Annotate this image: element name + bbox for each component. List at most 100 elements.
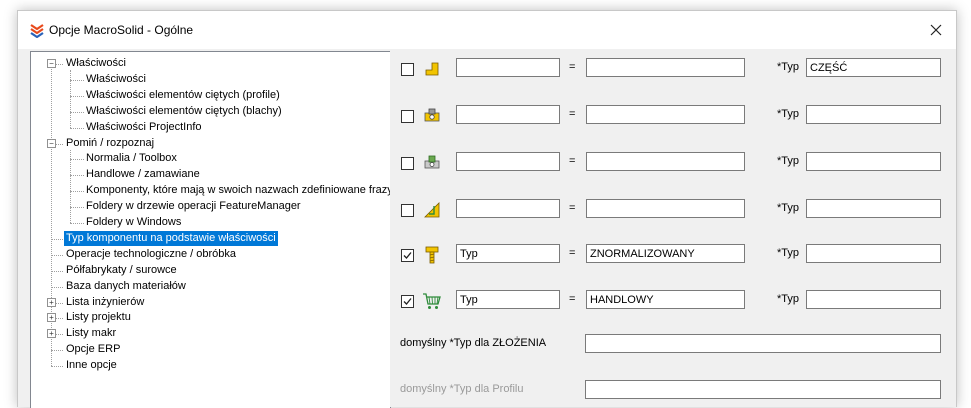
tree-item[interactable]: Normalia / Toolbox (31, 151, 390, 166)
tree-item-label: Typ komponentu na podstawie właściwości (64, 230, 278, 246)
tree-item-label: Właściwości (86, 72, 146, 85)
tree-item[interactable]: Typ komponentu na podstawie właściwości (31, 230, 390, 246)
type-value-input[interactable] (806, 199, 941, 218)
equals-sign: = (569, 247, 576, 259)
tree-item[interactable]: − Pomiń / rozpoznaj (31, 136, 390, 151)
rule-enabled-checkbox[interactable] (401, 295, 414, 308)
type-label: *Typ (777, 202, 800, 214)
rule-enabled-checkbox[interactable] (401, 204, 414, 217)
tree-item[interactable]: − Właściwości (31, 56, 390, 71)
collapse-icon[interactable]: − (47, 59, 56, 68)
tree-item-label: Operacje technologiczne / obróbka (66, 247, 236, 260)
tree-item[interactable]: + Lista inżynierów (31, 295, 390, 310)
sheet-metal-icon (422, 200, 442, 220)
type-rule-row: = *Typ (390, 105, 956, 129)
tree-item-label: Handlowe / zamawiane (86, 168, 200, 181)
shopping-cart-icon (422, 291, 442, 311)
tree-item-label: Lista inżynierów (66, 295, 145, 308)
rule-enabled-checkbox[interactable] (401, 63, 414, 76)
type-rules-panel: = *Typ CZĘŚĆ = *Typ = *Typ = *Typ Typ = ZNORMALIZOW… (390, 51, 956, 407)
tree-item-label: Inne opcje (66, 359, 117, 372)
type-rule-row: = *Typ (390, 152, 956, 176)
type-label: *Typ (777, 247, 800, 259)
type-rule-row: Typ = ZNORMALIZOWANY *Typ (390, 244, 956, 268)
options-tree[interactable]: − Właściwości Właściwości Właściwości eleme… (30, 51, 391, 408)
rule-enabled-checkbox[interactable] (401, 249, 414, 262)
tree-item[interactable]: Właściwości (31, 72, 390, 87)
weldment-part-icon (422, 153, 442, 173)
tree-item[interactable]: Handlowe / zamawiane (31, 167, 390, 182)
close-button[interactable] (916, 11, 956, 49)
expand-icon[interactable]: + (47, 313, 56, 323)
tree-item[interactable]: Foldery w drzewie operacji FeatureManage… (31, 199, 390, 214)
expand-icon[interactable]: + (47, 297, 56, 307)
property-value-input[interactable]: ZNORMALIZOWANY (586, 244, 745, 263)
tree-item[interactable]: + Listy projektu (31, 310, 390, 325)
type-rule-row: = *Typ (390, 199, 956, 223)
tree-item-label: Właściwości (66, 57, 126, 69)
checkmark-icon (403, 252, 412, 259)
property-value-input[interactable] (586, 152, 745, 171)
type-label: *Typ (777, 293, 800, 305)
tree-item-label: Foldery w drzewie operacji FeatureManage… (86, 200, 301, 213)
type-label: *Typ (777, 155, 800, 167)
tree-item[interactable]: Właściwości ProjectInfo (31, 120, 390, 135)
tree-item-label: Półfabrykaty / surowce (66, 263, 177, 276)
type-label: *Typ (777, 108, 800, 120)
tree-item-label: Baza danych materiałów (66, 279, 186, 292)
property-name-input[interactable] (456, 152, 560, 171)
default-type-label: domyślny *Typ dla Profilu (400, 383, 524, 395)
property-name-input[interactable]: Typ (456, 244, 560, 263)
property-name-input[interactable] (456, 199, 560, 218)
tree-item-label: Listy projektu (66, 311, 131, 324)
type-value-input[interactable] (806, 290, 941, 309)
default-type-label: domyślny *Typ dla ZŁOŻENIA (400, 337, 547, 349)
tree-item-label: Właściwości elementów ciętych (blachy) (86, 104, 282, 117)
options-dialog: Opcje MacroSolid - Ogólne − Właściwości Wł… (17, 10, 957, 408)
property-value-input[interactable] (586, 199, 745, 218)
tree-item[interactable]: Półfabrykaty / surowce (31, 263, 390, 278)
tree-item-label: Właściwości elementów ciętych (profile) (86, 88, 280, 101)
checkmark-icon (403, 298, 412, 305)
type-value-input[interactable] (806, 152, 941, 171)
tree-item[interactable]: + Listy makr (31, 326, 390, 341)
property-value-input[interactable]: HANDLOWY (586, 290, 745, 309)
tree-item[interactable]: Foldery w Windows (31, 215, 390, 230)
property-name-input[interactable]: Typ (456, 290, 560, 309)
tree-item[interactable]: Właściwości elementów ciętych (profile) (31, 88, 390, 103)
title-bar: Opcje MacroSolid - Ogólne (18, 11, 956, 49)
type-rule-row: Typ = HANDLOWY *Typ (390, 290, 956, 314)
toolbox-bolt-icon (422, 245, 442, 265)
tree-item-label: Foldery w Windows (86, 216, 182, 228)
tree-item[interactable]: Inne opcje (31, 358, 390, 373)
property-name-input[interactable] (456, 58, 560, 77)
tree-item[interactable]: Baza danych materiałów (31, 279, 390, 294)
tree-item-label: Właściwości ProjectInfo (86, 120, 202, 133)
property-value-input[interactable] (586, 105, 745, 124)
rule-enabled-checkbox[interactable] (401, 157, 414, 170)
tree-item-label: Listy makr (66, 327, 117, 340)
rule-enabled-checkbox[interactable] (401, 110, 414, 123)
default-type-input[interactable] (585, 334, 941, 353)
equals-sign: = (569, 108, 576, 120)
type-value-input[interactable]: CZĘŚĆ (806, 58, 941, 77)
profile-part-icon (422, 106, 442, 126)
tree-item-label: Normalia / Toolbox (86, 152, 177, 165)
tree-item[interactable]: Komponenty, które mają w swoich nazwach … (31, 183, 390, 198)
default-type-input[interactable] (585, 380, 941, 399)
expand-icon[interactable]: + (47, 329, 56, 339)
equals-sign: = (569, 155, 576, 167)
equals-sign: = (569, 202, 576, 214)
close-icon (930, 24, 942, 36)
property-value-input[interactable] (586, 58, 745, 77)
collapse-icon[interactable]: − (47, 138, 56, 148)
tree-item[interactable]: Właściwości elementów ciętych (blachy) (31, 104, 390, 119)
property-name-input[interactable] (456, 105, 560, 124)
tree-item[interactable]: Opcje ERP (31, 342, 390, 357)
tree-item-label: Opcje ERP (66, 343, 121, 356)
tree-item[interactable]: Operacje technologiczne / obróbka (31, 247, 390, 262)
type-value-input[interactable] (806, 244, 941, 263)
type-value-input[interactable] (806, 105, 941, 124)
macrosolid-logo-icon (30, 24, 44, 38)
equals-sign: = (569, 61, 576, 73)
